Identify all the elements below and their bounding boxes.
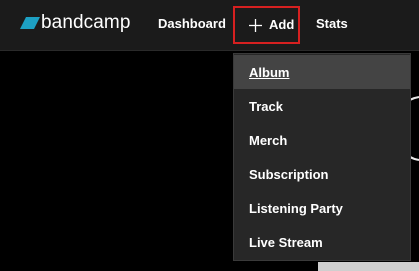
- menu-item-label: Live Stream: [249, 235, 323, 250]
- menu-item-album[interactable]: Album: [234, 55, 410, 89]
- menu-item-merch[interactable]: Merch: [234, 123, 410, 157]
- menu-item-listening-party[interactable]: Listening Party: [234, 191, 410, 225]
- bandcamp-logo-icon: [20, 17, 40, 29]
- add-button[interactable]: Add: [233, 6, 300, 44]
- menu-item-label: Track: [249, 99, 283, 114]
- menu-item-label: Subscription: [249, 167, 329, 182]
- menu-item-subscription[interactable]: Subscription: [234, 157, 410, 191]
- nav-dashboard-link[interactable]: Dashboard: [158, 16, 226, 31]
- menu-item-label: Listening Party: [249, 201, 343, 216]
- nav-stats-link[interactable]: Stats: [316, 16, 348, 31]
- menu-item-label: Merch: [249, 133, 288, 148]
- logo-text: bandcamp: [41, 12, 131, 33]
- add-dropdown-menu: Album Track Merch Subscription Listening…: [233, 53, 411, 261]
- background-panel-edge: [318, 262, 419, 271]
- menu-item-live-stream[interactable]: Live Stream: [234, 225, 410, 259]
- plus-icon: [249, 19, 262, 32]
- menu-item-track[interactable]: Track: [234, 89, 410, 123]
- add-button-label: Add: [269, 17, 295, 32]
- top-navigation-bar: bandcamp Dashboard Add Stats: [0, 0, 419, 51]
- menu-item-label: Album: [249, 65, 290, 80]
